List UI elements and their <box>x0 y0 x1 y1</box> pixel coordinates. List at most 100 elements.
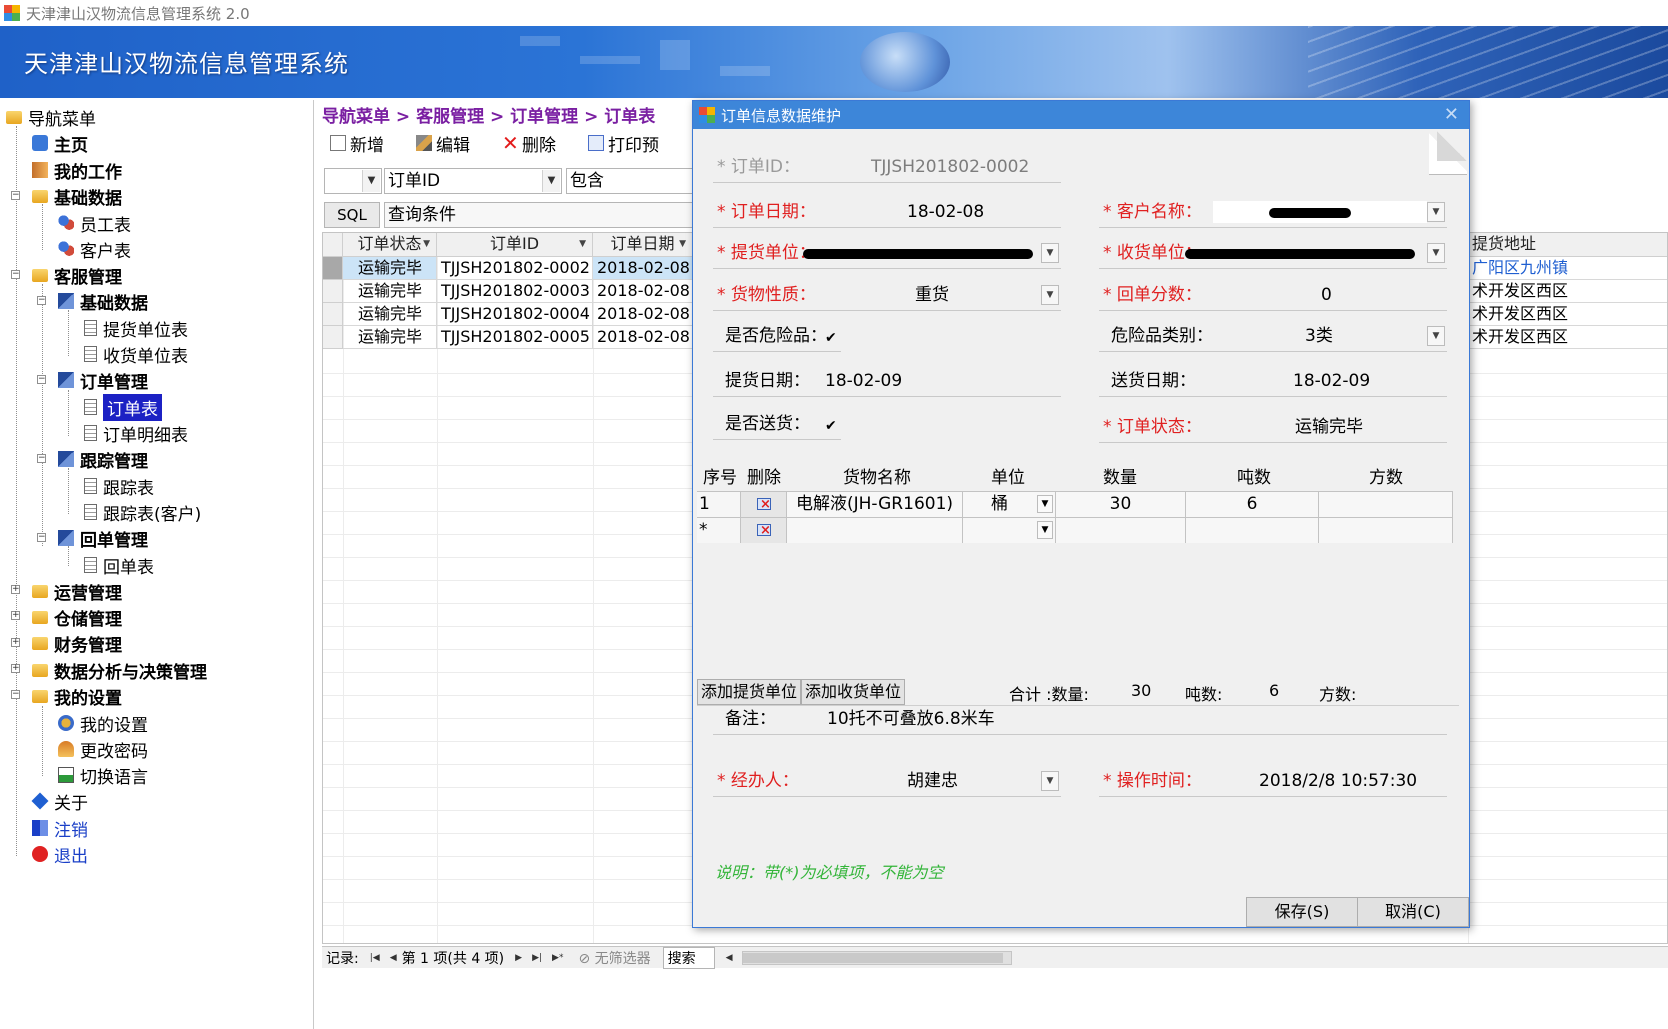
no-filter-indicator[interactable]: ⊘ 无筛选器 <box>578 948 656 968</box>
expander-icon[interactable]: + <box>11 664 20 673</box>
detail-cell-tons[interactable] <box>1186 518 1319 543</box>
tree-item-orders[interactable]: 订单表 <box>84 393 162 421</box>
delete-row-button[interactable] <box>741 492 787 517</box>
tree-item-employees[interactable]: 员工表 <box>58 210 131 236</box>
cell-status[interactable]: 运输完毕 <box>343 257 437 280</box>
column-header-order-id[interactable]: 订单ID ▼ <box>437 233 593 257</box>
detail-cell-goods-name[interactable] <box>787 518 963 543</box>
first-record-icon[interactable]: |◀ <box>370 953 380 963</box>
tree-item-pickup-units[interactable]: 提货单位表 <box>84 315 188 341</box>
receipt-count-field[interactable]: * 回单分数： 0 <box>1099 281 1447 311</box>
column-header-status[interactable]: 订单状态 ▼ <box>343 233 437 257</box>
danger-class-field[interactable]: 危险品类别： 3类 ▼ <box>1099 322 1447 352</box>
filter-operator-select[interactable]: 包含 <box>566 168 696 194</box>
expander-icon[interactable]: + <box>11 585 20 594</box>
chevron-down-icon[interactable]: ▼ <box>1427 202 1445 222</box>
expander-icon[interactable]: + <box>11 638 20 647</box>
tree-item-receive-units[interactable]: 收货单位表 <box>84 341 188 367</box>
tree-item-order-management[interactable]: 订单管理 <box>58 367 148 393</box>
tree-item-cs-basic-data[interactable]: 基础数据 <box>58 288 148 314</box>
column-header-order-date[interactable]: 订单日期 ▼ <box>593 233 693 257</box>
cell-pickup-address[interactable]: 术开发区西区 <box>1468 280 1667 303</box>
handler-field[interactable]: * 经办人： 胡建忠 ▼ <box>713 767 1061 797</box>
detail-cell-volume[interactable] <box>1319 492 1453 517</box>
cell-pickup-address[interactable]: 术开发区西区 <box>1468 326 1667 349</box>
tree-item-receipts[interactable]: 回单表 <box>84 552 154 578</box>
chevron-down-icon[interactable]: ▼ <box>1041 243 1059 263</box>
grid-corner[interactable] <box>323 233 343 257</box>
expander-icon[interactable]: − <box>37 296 46 305</box>
column-header-pickup-address[interactable]: 提货地址 <box>1468 233 1667 257</box>
cell-order-id[interactable]: TJJSH201802-0002 <box>437 257 593 280</box>
detail-cell-unit[interactable]: 桶 ▼ <box>963 492 1056 517</box>
tree-item-change-password[interactable]: 更改密码 <box>58 736 148 762</box>
cell-order-date[interactable]: 2018-02-08 <box>593 303 693 326</box>
cell-status[interactable]: 运输完毕 <box>343 303 437 326</box>
row-header[interactable] <box>323 326 343 349</box>
cell-pickup-address[interactable]: 广阳区九州镇 <box>1468 257 1667 280</box>
detail-cell-no[interactable]: 1 <box>697 492 741 517</box>
pickup-date-field[interactable]: 提货日期： 18-02-09 <box>713 367 1061 397</box>
edit-button[interactable]: 编辑 <box>416 131 470 156</box>
chevron-down-icon[interactable]: ▼ <box>1041 771 1059 791</box>
tree-item-logout[interactable]: 注销 <box>32 815 88 841</box>
chevron-down-icon[interactable]: ▼ <box>1427 243 1445 263</box>
cell-order-date[interactable]: 2018-02-08 <box>593 280 693 303</box>
order-status-field[interactable]: * 订单状态： 运输完毕 <box>1099 413 1447 443</box>
row-header[interactable] <box>323 303 343 326</box>
row-header[interactable] <box>323 257 343 280</box>
filter-prefix-select[interactable]: ▼ <box>324 168 382 194</box>
detail-cell-tons[interactable]: 6 <box>1186 492 1319 517</box>
tree-item-my-work[interactable]: 我的工作 <box>32 157 122 183</box>
cell-order-id[interactable]: TJJSH201802-0003 <box>437 280 593 303</box>
pickup-unit-field[interactable]: * 提货单位： ▼ <box>713 239 1061 269</box>
search-box[interactable]: 搜索 <box>662 946 715 969</box>
chevron-down-icon[interactable]: ▼ <box>1041 285 1059 305</box>
filter-field-select[interactable]: 订单ID ▼ <box>384 168 562 194</box>
add-pickup-unit-button[interactable]: 添加提货单位 <box>697 679 801 705</box>
detail-cell-unit[interactable]: ▼ <box>963 518 1056 543</box>
cancel-button[interactable]: 取消(C) <box>1357 897 1469 927</box>
cell-status[interactable]: 运输完毕 <box>343 326 437 349</box>
row-header[interactable] <box>323 280 343 303</box>
detail-cell-no[interactable]: * <box>697 518 741 543</box>
detail-cell-quantity[interactable] <box>1056 518 1186 543</box>
next-record-icon[interactable]: ▶ <box>515 953 522 963</box>
scroll-left-icon[interactable]: ◀ <box>726 953 733 963</box>
remark-field[interactable]: 备注： 10托不可叠放6.8米车 <box>713 705 1447 735</box>
last-record-icon[interactable]: ▶| <box>532 953 542 963</box>
cell-order-date[interactable]: 2018-02-08 <box>593 257 693 280</box>
tree-item-exit[interactable]: 退出 <box>32 841 88 867</box>
query-condition-input[interactable]: 查询条件 <box>384 202 694 228</box>
prev-record-icon[interactable]: ◀ <box>390 953 397 963</box>
add-receive-unit-button[interactable]: 添加收货单位 <box>801 679 905 705</box>
expander-icon[interactable]: − <box>11 191 20 200</box>
tree-item-my-settings[interactable]: 我的设置 <box>32 683 122 709</box>
tree-item-tracking-management[interactable]: 跟踪管理 <box>58 446 148 472</box>
deliver-checkbox[interactable]: 是否送货： ✔ <box>713 410 841 440</box>
tree-item-operations[interactable]: 运营管理 <box>32 578 122 604</box>
sql-button[interactable]: SQL <box>324 202 380 228</box>
expander-icon[interactable]: − <box>37 533 46 542</box>
cell-order-id[interactable]: TJJSH201802-0005 <box>437 326 593 349</box>
tree-item-tracking[interactable]: 跟踪表 <box>84 473 154 499</box>
tree-item-analytics[interactable]: 数据分析与决策管理 <box>32 657 207 683</box>
expander-icon[interactable]: − <box>37 454 46 463</box>
record-position[interactable]: 第 1 项(共 4 项) <box>402 948 505 968</box>
print-preview-button[interactable]: 打印预 <box>588 131 659 156</box>
detail-cell-quantity[interactable]: 30 <box>1056 492 1186 517</box>
expander-icon[interactable]: − <box>11 270 20 279</box>
expander-icon[interactable]: + <box>11 611 20 620</box>
tree-item-basic-data[interactable]: 基础数据 <box>32 183 122 209</box>
receive-unit-field[interactable]: * 收货单位： ▼ <box>1099 239 1447 269</box>
cell-order-id[interactable]: TJJSH201802-0004 <box>437 303 593 326</box>
detail-cell-goods-name[interactable]: 电解液(JH-GR1601) <box>787 492 963 517</box>
cell-order-date[interactable]: 2018-02-08 <box>593 326 693 349</box>
tree-item-about[interactable]: 关于 <box>31 788 88 814</box>
delete-button[interactable]: ✕ 删除 <box>502 131 556 156</box>
customer-name-field[interactable]: * 客户名称： ▼ <box>1099 198 1447 228</box>
dangerous-goods-checkbox[interactable]: 是否危险品： ✔ <box>713 322 841 352</box>
cell-status[interactable]: 运输完毕 <box>343 280 437 303</box>
tree-root[interactable]: 导航菜单 <box>6 104 96 130</box>
operation-time-field[interactable]: * 操作时间： 2018/2/8 10:57:30 <box>1099 767 1447 797</box>
